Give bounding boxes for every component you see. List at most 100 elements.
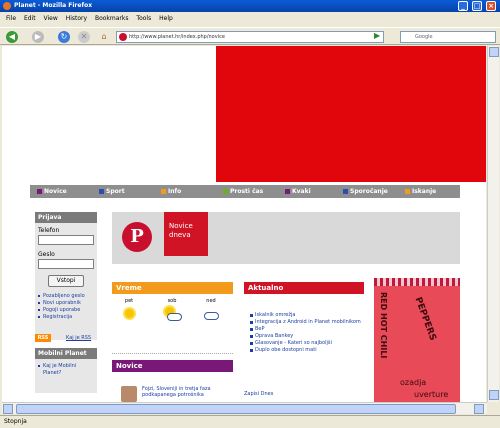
nav-item-iskanje[interactable]: Iskanje xyxy=(402,185,436,198)
login-title: Prijava xyxy=(35,212,97,223)
menu-bar: File Edit View History Bookmarks Tools H… xyxy=(0,13,500,25)
status-text: Stopnja xyxy=(4,418,27,425)
status-bar: Stopnja xyxy=(0,415,500,428)
scroll-left-icon[interactable] xyxy=(3,404,13,414)
url-bar[interactable]: http://www.planet.hr/index.php/novice xyxy=(116,31,384,43)
password-input[interactable] xyxy=(38,259,94,269)
url-text: http://www.planet.hr/index.php/novice xyxy=(129,34,225,40)
ad-word2: uverture xyxy=(414,390,449,399)
news-headline-link[interactable]: Fojzi, Sloveniji in tretja faza podkapan… xyxy=(142,386,234,398)
nav-item-novice[interactable]: Novice xyxy=(34,185,67,198)
close-button[interactable]: × xyxy=(486,1,496,11)
current-item[interactable]: Oprava Bankey xyxy=(250,333,364,340)
scroll-right-icon[interactable] xyxy=(474,404,484,414)
phone-label: Telefon xyxy=(38,227,60,234)
page-viewport: Novice Sport Info Prosti čas Kvaki Sporo… xyxy=(2,46,486,402)
weather-title: Vreme xyxy=(112,282,233,294)
nav-item-info[interactable]: Info xyxy=(158,185,181,198)
nav-dot-icon xyxy=(405,189,410,194)
search-placeholder: Google xyxy=(415,34,433,40)
current-item[interactable]: Glasovanje - Kateri so najboljši xyxy=(250,340,364,347)
banner-ad[interactable] xyxy=(216,46,486,182)
rss-info-link[interactable]: Kaj je RSS xyxy=(66,335,91,341)
ad-word1: ozadja xyxy=(400,378,427,387)
nav-item-prosti-cas[interactable]: Prosti čas xyxy=(220,185,263,198)
back-icon[interactable]: ◀ xyxy=(6,31,18,43)
site-favicon-icon xyxy=(119,33,127,41)
nav-dot-icon xyxy=(161,189,166,194)
weather-box: Vreme pet sob ned xyxy=(112,282,233,354)
ad-line2: PEPPERS xyxy=(412,296,438,343)
link-terms[interactable]: Pogoji uporabe xyxy=(38,307,94,314)
search-input[interactable]: Google xyxy=(400,31,496,43)
sun-cloud-icon xyxy=(163,306,182,322)
menu-file[interactable]: File xyxy=(6,15,16,22)
current-item[interactable]: BeP xyxy=(250,326,364,333)
nav-dot-icon xyxy=(343,189,348,194)
mobile-planet-box: Mobilni Planet Kaj je Mobilni Planet? xyxy=(35,348,97,393)
go-icon[interactable]: ▶ xyxy=(374,32,382,40)
home-icon[interactable]: ⌂ xyxy=(98,31,110,43)
ad-line1: RED HOT CHILI xyxy=(379,292,388,359)
horizontal-scrollbar[interactable] xyxy=(2,402,487,414)
scroll-thumb[interactable] xyxy=(16,404,456,414)
sun-icon xyxy=(120,306,138,322)
nav-dot-icon xyxy=(223,189,228,194)
weather-day: sob xyxy=(157,298,187,322)
current-more-link[interactable]: Zapisi Dnes xyxy=(244,391,273,397)
weather-day: ned xyxy=(196,298,226,322)
news-header: P Novice dneva xyxy=(112,212,460,264)
cloud-icon xyxy=(202,306,220,322)
phone-input[interactable] xyxy=(38,235,94,245)
nav-item-sporocanje[interactable]: Sporočanje xyxy=(340,185,388,198)
vertical-scrollbar[interactable] xyxy=(487,46,499,402)
scroll-up-icon[interactable] xyxy=(489,47,499,57)
link-new-user[interactable]: Novi uporabnik xyxy=(38,300,94,307)
menu-edit[interactable]: Edit xyxy=(24,15,36,22)
link-forgot-password[interactable]: Pozabljeno geslo xyxy=(38,293,94,300)
password-label: Geslo xyxy=(38,251,55,258)
nav-item-sport[interactable]: Sport xyxy=(96,185,125,198)
current-title: Aktualno xyxy=(244,282,364,294)
nav-dot-icon xyxy=(99,189,104,194)
mobile-planet-title: Mobilni Planet xyxy=(35,348,97,359)
menu-view[interactable]: View xyxy=(44,15,58,22)
link-register[interactable]: Registracija xyxy=(38,314,94,321)
concert-ad[interactable]: RED HOT CHILI PEPPERS ozadja uverture xyxy=(374,278,460,402)
title-bar: Planet - Mozilla Firefox _ □ × xyxy=(0,0,500,12)
firefox-icon xyxy=(3,2,11,10)
maximize-button[interactable]: □ xyxy=(472,1,482,11)
main-navigation: Novice Sport Info Prosti čas Kvaki Sporo… xyxy=(30,185,460,198)
mobile-planet-link[interactable]: Kaj je Mobilni Planet? xyxy=(38,363,94,377)
browser-window: Planet - Mozilla Firefox _ □ × File Edit… xyxy=(0,0,500,428)
stop-icon[interactable]: ✕ xyxy=(78,31,90,43)
login-button[interactable]: Vstopi xyxy=(48,275,84,287)
nav-dot-icon xyxy=(37,189,42,194)
menu-tools[interactable]: Tools xyxy=(136,15,151,22)
planet-logo[interactable]: P xyxy=(122,222,152,252)
nav-dot-icon xyxy=(285,189,290,194)
current-item[interactable]: Duplo obe dostopni mati xyxy=(250,347,364,354)
navigation-toolbar: ◀ ▶ ↻ ✕ ⌂ http://www.planet.hr/index.php… xyxy=(0,27,500,45)
weather-day: pet xyxy=(114,298,144,322)
window-title: Planet - Mozilla Firefox xyxy=(14,2,93,9)
scroll-down-icon[interactable] xyxy=(489,390,499,400)
rss-badge[interactable]: RSS xyxy=(35,334,51,342)
news-box-title: Novice xyxy=(112,360,233,372)
forward-icon[interactable]: ▶ xyxy=(32,31,44,43)
news-of-day-line1: Novice xyxy=(169,222,193,230)
ad-stripe xyxy=(374,278,460,286)
news-thumbnail[interactable] xyxy=(121,386,137,402)
reload-icon[interactable]: ↻ xyxy=(58,31,70,43)
news-box: Novice xyxy=(112,360,233,372)
minimize-button[interactable]: _ xyxy=(458,1,468,11)
nav-item-kvaki[interactable]: Kvaki xyxy=(282,185,311,198)
news-of-day-box[interactable]: Novice dneva xyxy=(164,212,208,256)
menu-history[interactable]: History xyxy=(66,15,87,22)
current-item[interactable]: Iskalnik omrežja xyxy=(250,312,364,319)
current-box: Aktualno Iskalnik omrežja Integracija z … xyxy=(244,282,364,354)
login-box: Prijava Telefon Geslo Vstopi Pozabljeno … xyxy=(35,212,97,340)
current-item[interactable]: Integracija z Android in Planet mobilnik… xyxy=(250,319,364,326)
menu-help[interactable]: Help xyxy=(159,15,173,22)
menu-bookmarks[interactable]: Bookmarks xyxy=(95,15,129,22)
